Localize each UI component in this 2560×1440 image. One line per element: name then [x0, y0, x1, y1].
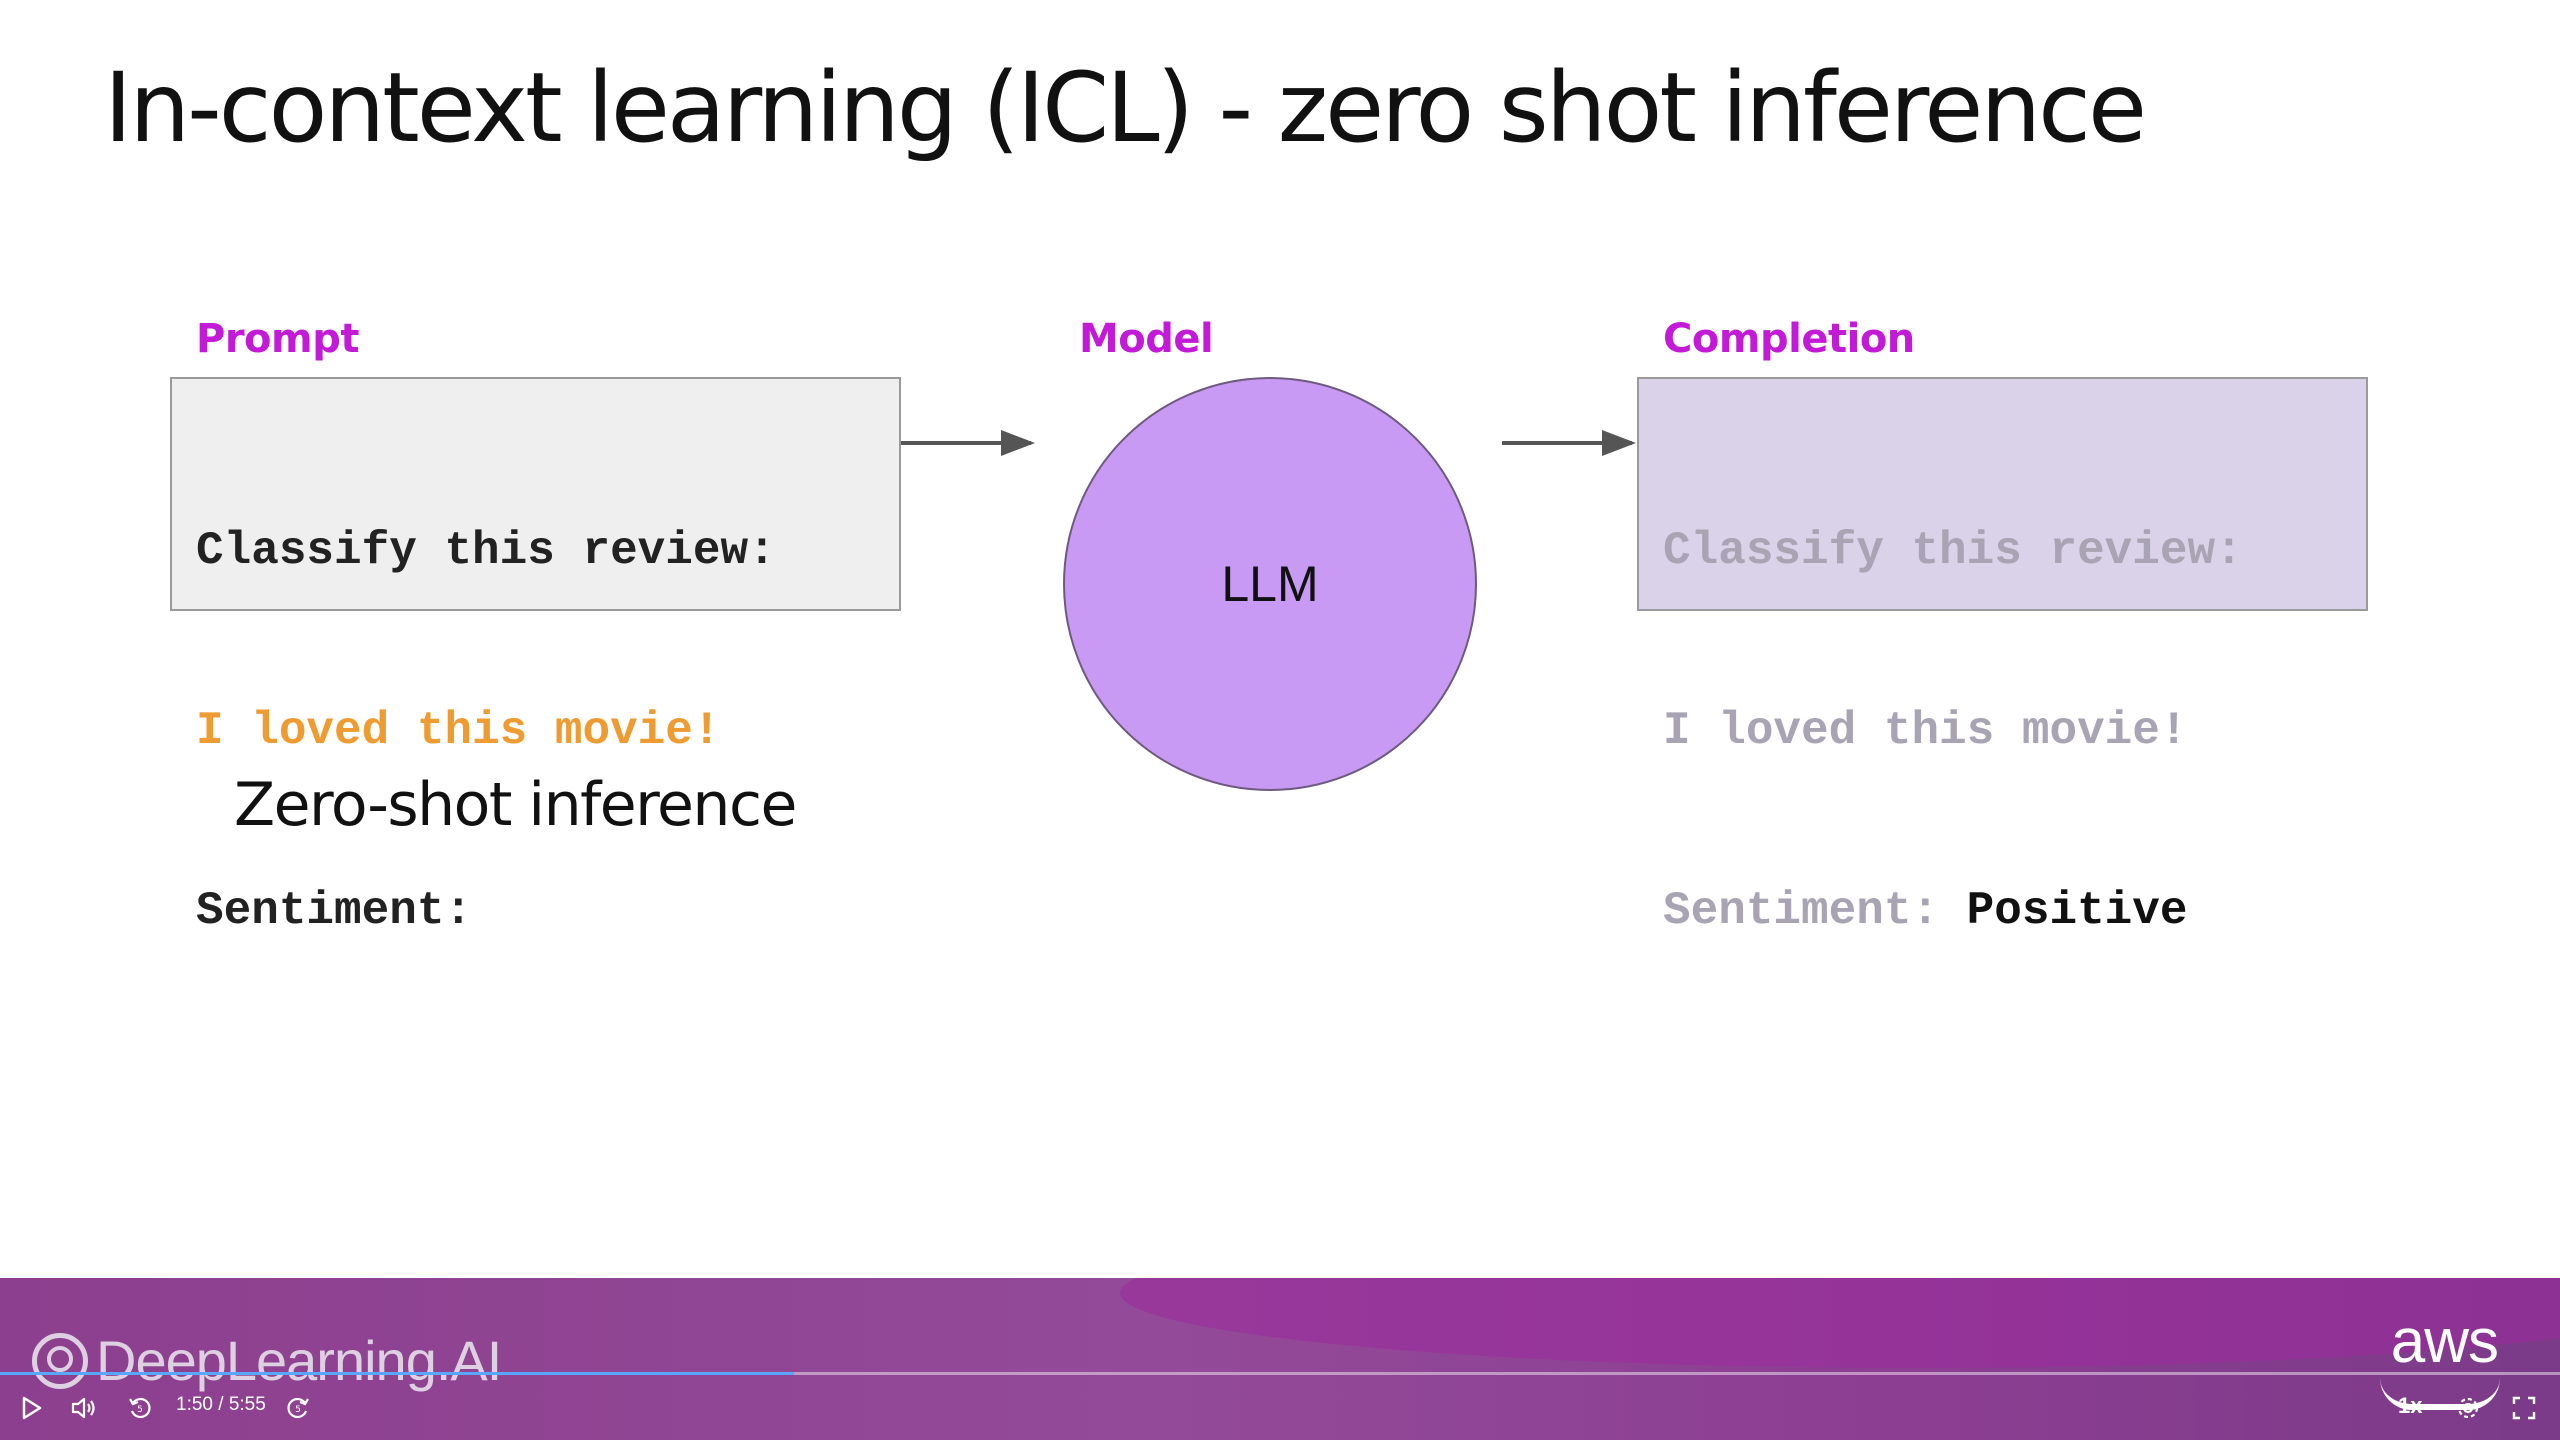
prompt-line-sentiment: Sentiment:	[196, 885, 473, 937]
forward-icon: 5	[287, 1397, 309, 1419]
fullscreen-icon	[2512, 1396, 2536, 1420]
completion-line-instruction: Classify this review:	[1663, 525, 2243, 577]
fullscreen-button[interactable]	[2508, 1392, 2540, 1424]
settings-icon	[2457, 1397, 2479, 1419]
completion-answer: Positive	[1966, 885, 2188, 937]
arrow-prompt-to-model	[901, 430, 1035, 456]
prompt-label: Prompt	[196, 316, 359, 362]
model-label: Model	[1079, 316, 1214, 362]
video-controls: 5 1:50 / 5:55 5 1x	[0, 1376, 2560, 1440]
prompt-line-instruction: Classify this review:	[196, 525, 776, 577]
time-display: 1:50 / 5:55	[176, 1394, 266, 1415]
prompt-line-review: I loved this movie!	[196, 705, 721, 757]
svg-text:5: 5	[295, 1405, 301, 1415]
play-button[interactable]	[16, 1392, 48, 1424]
completion-line-review: I loved this movie!	[1663, 705, 2188, 757]
video-progress-bar[interactable]	[0, 1372, 2560, 1375]
rewind-icon: 5	[129, 1397, 151, 1419]
volume-icon	[71, 1397, 95, 1419]
svg-text:5: 5	[137, 1405, 143, 1415]
video-progress-fill	[0, 1372, 794, 1375]
completion-line-sentiment: Sentiment: Positive	[1663, 881, 2366, 941]
llm-circle: LLM	[1063, 377, 1477, 791]
rewind-button[interactable]: 5	[124, 1392, 156, 1424]
completion-sentiment-prefix: Sentiment:	[1663, 885, 1967, 937]
llm-label: LLM	[1221, 556, 1319, 612]
slide-title: In-context learning (ICL) - zero shot in…	[104, 52, 2147, 164]
footer-wave-decoration	[1120, 1278, 2560, 1368]
completion-label: Completion	[1663, 316, 1915, 362]
completion-box: Classify this review: I loved this movie…	[1637, 377, 2368, 937]
prompt-box: Classify this review: I loved this movie…	[170, 377, 901, 937]
settings-button[interactable]	[2452, 1392, 2484, 1424]
zero-shot-caption: Zero-shot inference	[234, 770, 797, 840]
playback-speed-button[interactable]: 1x	[2398, 1393, 2422, 1419]
slide: In-context learning (ICL) - zero shot in…	[0, 0, 2560, 1278]
arrow-model-to-completion	[1502, 430, 1636, 456]
aws-logo: aws	[2390, 1307, 2499, 1376]
play-icon	[22, 1396, 42, 1420]
mute-button[interactable]	[68, 1392, 100, 1424]
forward-button[interactable]: 5	[282, 1392, 314, 1424]
